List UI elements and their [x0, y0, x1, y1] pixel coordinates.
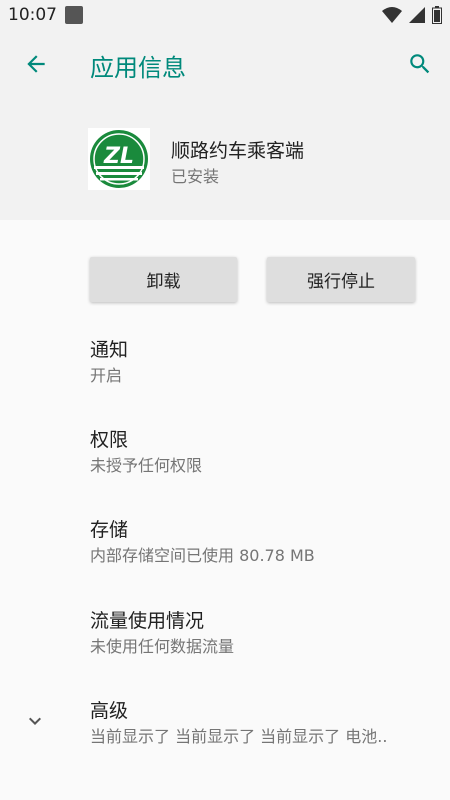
back-button[interactable]: [20, 50, 52, 82]
pref-advanced[interactable]: 高级 当前显示了 当前显示了 当前显示了 电池..: [90, 699, 387, 747]
search-icon: [407, 51, 433, 81]
status-bar: 10:07: [0, 0, 450, 30]
battery-icon: [432, 6, 442, 28]
force-stop-button[interactable]: 强行停止: [267, 257, 415, 302]
pref-title: 流量使用情况: [90, 610, 205, 632]
notification-icon: [65, 6, 83, 24]
status-icons: [382, 6, 442, 28]
pref-title: 通知: [90, 339, 129, 361]
arrow-back-icon: [23, 51, 49, 81]
pref-summary: 开启: [90, 366, 123, 385]
page-title: 应用信息: [90, 54, 186, 82]
app-install-status: 已安装: [171, 167, 220, 186]
pref-title: 存储: [90, 519, 129, 541]
signal-icon: [408, 6, 426, 28]
pref-title: 高级: [90, 700, 129, 722]
app-icon-text: ZL: [103, 144, 134, 169]
pref-notifications[interactable]: 通知 开启: [90, 338, 128, 386]
pref-summary: 未授予任何权限: [90, 456, 203, 475]
search-button[interactable]: [404, 50, 436, 82]
wifi-icon: [382, 6, 402, 28]
app-header: 应用信息 ZL 顺路约车乘客端 已安装: [0, 30, 450, 220]
expand-advanced-button[interactable]: [22, 710, 48, 736]
app-icon: ZL: [88, 128, 150, 190]
pref-summary: 未使用任何数据流量: [90, 637, 235, 656]
status-time: 10:07: [8, 5, 57, 25]
pref-summary: 当前显示了 当前显示了 当前显示了 电池..: [90, 727, 388, 746]
pref-summary: 内部存储空间已使用 80.78 MB: [90, 546, 315, 565]
pref-permissions[interactable]: 权限 未授予任何权限: [90, 428, 202, 476]
pref-title: 权限: [90, 429, 129, 451]
chevron-down-icon: [23, 709, 47, 737]
app-name: 顺路约车乘客端: [171, 140, 305, 162]
uninstall-button[interactable]: 卸载: [90, 257, 237, 302]
pref-storage[interactable]: 存储 内部存储空间已使用 80.78 MB: [90, 518, 315, 566]
pref-data-usage[interactable]: 流量使用情况 未使用任何数据流量: [90, 609, 234, 657]
